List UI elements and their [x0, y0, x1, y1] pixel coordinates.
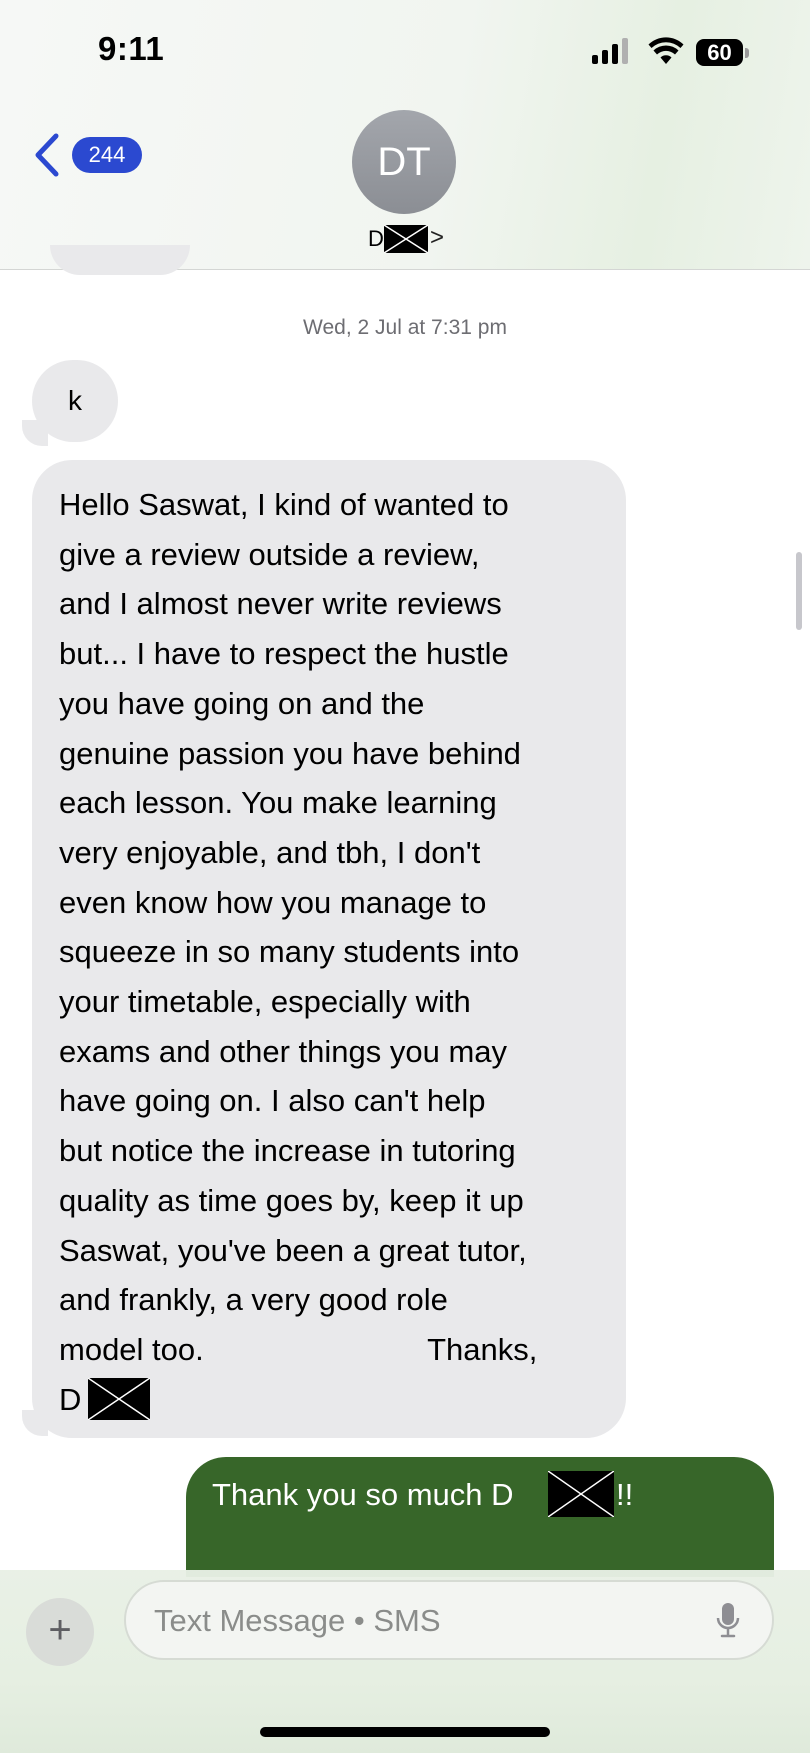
- message-input-field[interactable]: [124, 1580, 774, 1660]
- scrollbar[interactable]: [796, 552, 802, 630]
- add-attachment-button[interactable]: +: [26, 1598, 94, 1666]
- message-text: Hello Saswat, I kind of wanted to give a…: [59, 487, 538, 1367]
- previous-message-bubble[interactable]: [50, 245, 190, 275]
- incoming-message-bubble[interactable]: k: [32, 360, 118, 442]
- message-input[interactable]: [152, 1594, 696, 1648]
- contact-name-initial: D: [368, 226, 384, 251]
- message-text: Thank you so much D: [212, 1477, 514, 1512]
- signature-initial: D: [59, 1382, 82, 1417]
- outgoing-message-bubble[interactable]: Thank you so much D !!: [186, 1457, 774, 1577]
- chevron-right-icon: >: [430, 224, 445, 251]
- contact-name-button[interactable]: D >: [360, 224, 460, 255]
- microphone-icon[interactable]: [716, 1602, 740, 1640]
- wifi-icon: [648, 36, 684, 66]
- redacted-name-block: [88, 1378, 150, 1420]
- incoming-message-bubble[interactable]: Hello Saswat, I kind of wanted to give a…: [32, 460, 626, 1438]
- battery-icon: 60: [696, 39, 750, 66]
- battery-level: 60: [696, 39, 743, 66]
- unread-count-badge[interactable]: 244: [72, 137, 142, 173]
- home-indicator[interactable]: [260, 1727, 550, 1737]
- back-chevron-icon[interactable]: [32, 132, 62, 178]
- redacted-name-block: [548, 1471, 614, 1517]
- status-time: 9:11: [98, 30, 165, 67]
- contact-avatar[interactable]: DT: [352, 110, 456, 214]
- redacted-name-block: [384, 225, 428, 253]
- cellular-signal-icon: [592, 38, 630, 64]
- message-timestamp: Wed, 2 Jul at 7:31 pm: [303, 316, 507, 339]
- message-text-end: !!: [616, 1477, 634, 1512]
